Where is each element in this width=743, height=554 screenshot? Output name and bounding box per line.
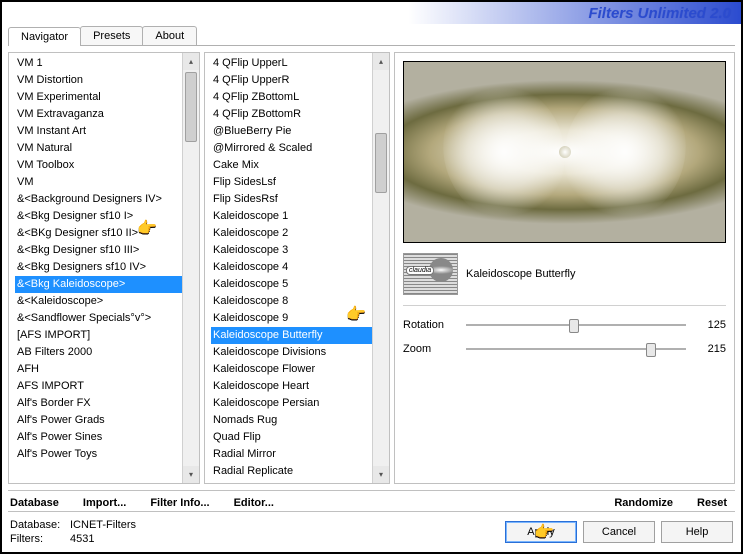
parameter-label: Zoom bbox=[403, 343, 458, 355]
app-title: Filters Unlimited 2.0 bbox=[588, 5, 731, 22]
tab-strip: Navigator Presets About bbox=[8, 24, 735, 46]
slider-knob[interactable] bbox=[646, 343, 656, 357]
bottom-button-row: Database Import... Filter Info... Editor… bbox=[8, 490, 735, 511]
filter-info-button[interactable]: Filter Info... bbox=[150, 497, 209, 509]
category-item[interactable]: &<Bkg Designer sf10 I> bbox=[15, 208, 182, 225]
filter-item[interactable]: Kaleidoscope 3 bbox=[211, 242, 372, 259]
filter-item[interactable]: @BlueBerry Pie bbox=[211, 123, 372, 140]
filter-item[interactable]: Nomads Rug bbox=[211, 412, 372, 429]
scroll-thumb[interactable] bbox=[185, 72, 197, 142]
category-item[interactable]: VM Toolbox bbox=[15, 157, 182, 174]
filter-item[interactable]: Flip SidesLsf bbox=[211, 174, 372, 191]
parameter-slider[interactable] bbox=[466, 340, 686, 358]
filter-item[interactable]: 4 QFlip UpperR bbox=[211, 72, 372, 89]
title-bar: Filters Unlimited 2.0 bbox=[2, 2, 741, 24]
filters-label: Filters: bbox=[10, 532, 70, 546]
filter-item[interactable]: Kaleidoscope 4 bbox=[211, 259, 372, 276]
category-item[interactable]: AFS IMPORT bbox=[15, 378, 182, 395]
parameter-value: 215 bbox=[694, 343, 726, 355]
category-item[interactable]: AB Filters 2000 bbox=[15, 344, 182, 361]
filter-item[interactable]: Kaleidoscope 2 bbox=[211, 225, 372, 242]
category-item[interactable]: VM bbox=[15, 174, 182, 191]
category-item[interactable]: &<Bkg Kaleidoscope> bbox=[15, 276, 182, 293]
category-item[interactable]: VM 1 bbox=[15, 55, 182, 72]
category-item[interactable]: &<Sandflower Specials°v°> bbox=[15, 310, 182, 327]
parameter-label: Rotation bbox=[403, 319, 458, 331]
category-item[interactable]: &<BKg Designer sf10 II> bbox=[15, 225, 182, 242]
scroll-up-icon[interactable]: ▴ bbox=[373, 53, 389, 70]
scroll-up-icon[interactable]: ▴ bbox=[183, 53, 199, 70]
filter-item[interactable]: 4 QFlip UpperL bbox=[211, 55, 372, 72]
category-item[interactable]: [AFS IMPORT] bbox=[15, 327, 182, 344]
apply-button[interactable]: Apply bbox=[505, 521, 577, 543]
preview-panel: Kaleidoscope Butterfly Rotation 125 Zoom 21… bbox=[394, 52, 735, 484]
scroll-thumb[interactable] bbox=[375, 133, 387, 193]
category-item[interactable]: Alf's Power Sines bbox=[15, 429, 182, 446]
database-label: Database: bbox=[10, 518, 70, 532]
randomize-button[interactable]: Randomize bbox=[614, 497, 673, 509]
filter-item[interactable]: Cake Mix bbox=[211, 157, 372, 174]
tab-about[interactable]: About bbox=[142, 26, 197, 45]
category-list[interactable]: VM 1VM DistortionVM ExperimentalVM Extra… bbox=[9, 53, 182, 483]
filter-item[interactable]: Kaleidoscope Heart bbox=[211, 378, 372, 395]
category-item[interactable]: Alf's Border FX bbox=[15, 395, 182, 412]
category-item[interactable]: &<Bkg Designer sf10 III> bbox=[15, 242, 182, 259]
category-item[interactable]: VM Distortion bbox=[15, 72, 182, 89]
slider-knob[interactable] bbox=[569, 319, 579, 333]
filter-scrollbar[interactable]: ▴ ▾ bbox=[372, 53, 389, 483]
filter-item[interactable]: Kaleidoscope 8 bbox=[211, 293, 372, 310]
filter-list[interactable]: 4 QFlip UpperL4 QFlip UpperR4 QFlip ZBot… bbox=[205, 53, 372, 483]
category-item[interactable]: AFH bbox=[15, 361, 182, 378]
parameter-slider[interactable] bbox=[466, 316, 686, 334]
scroll-down-icon[interactable]: ▾ bbox=[373, 466, 389, 483]
category-item[interactable]: &<Kaleidoscope> bbox=[15, 293, 182, 310]
category-item[interactable]: &<Background Designers IV> bbox=[15, 191, 182, 208]
reset-button[interactable]: Reset bbox=[697, 497, 727, 509]
preview-image bbox=[403, 61, 726, 243]
category-item[interactable]: VM Extravaganza bbox=[15, 106, 182, 123]
footer: Database: ICNET-Filters Filters: 4531 Ap… bbox=[8, 511, 735, 552]
category-item[interactable]: Alf's Power Grads bbox=[15, 412, 182, 429]
scroll-down-icon[interactable]: ▾ bbox=[183, 466, 199, 483]
filter-item[interactable]: Quad Flip bbox=[211, 429, 372, 446]
help-button[interactable]: Help bbox=[661, 521, 733, 543]
parameter-row: Zoom 215 bbox=[403, 340, 726, 358]
filter-item[interactable]: Kaleidoscope 5 bbox=[211, 276, 372, 293]
filter-item[interactable]: @Mirrored & Scaled bbox=[211, 140, 372, 157]
database-value: ICNET-Filters bbox=[70, 518, 136, 532]
cancel-button[interactable]: Cancel bbox=[583, 521, 655, 543]
category-scrollbar[interactable]: ▴ ▾ bbox=[182, 53, 199, 483]
category-item[interactable]: VM Instant Art bbox=[15, 123, 182, 140]
parameter-value: 125 bbox=[694, 319, 726, 331]
category-item[interactable]: VM Natural bbox=[15, 140, 182, 157]
filter-item[interactable]: Flip SidesRsf bbox=[211, 191, 372, 208]
filter-item[interactable]: Kaleidoscope 9 bbox=[211, 310, 372, 327]
filter-item[interactable]: Kaleidoscope Divisions bbox=[211, 344, 372, 361]
category-item[interactable]: VM Experimental bbox=[15, 89, 182, 106]
footer-info: Database: ICNET-Filters Filters: 4531 bbox=[10, 518, 136, 546]
filter-item[interactable]: Radial Replicate bbox=[211, 463, 372, 480]
import-button[interactable]: Import... bbox=[83, 497, 126, 509]
filter-item[interactable]: 4 QFlip ZBottomR bbox=[211, 106, 372, 123]
current-filter-name: Kaleidoscope Butterfly bbox=[466, 268, 575, 280]
tab-presets[interactable]: Presets bbox=[80, 26, 143, 45]
parameter-row: Rotation 125 bbox=[403, 316, 726, 334]
filter-panel: 4 QFlip UpperL4 QFlip UpperR4 QFlip ZBot… bbox=[204, 52, 390, 484]
filter-item[interactable]: Kaleidoscope 1 bbox=[211, 208, 372, 225]
category-item[interactable]: Alf's Power Toys bbox=[15, 446, 182, 463]
filter-item[interactable]: Kaleidoscope Persian bbox=[211, 395, 372, 412]
author-thumbnail bbox=[403, 253, 458, 295]
filter-item[interactable]: Kaleidoscope Butterfly bbox=[211, 327, 372, 344]
editor-button[interactable]: Editor... bbox=[234, 497, 274, 509]
parameter-box: Rotation 125 Zoom 215 bbox=[403, 316, 726, 358]
filter-item[interactable]: Radial Mirror bbox=[211, 446, 372, 463]
category-panel: VM 1VM DistortionVM ExperimentalVM Extra… bbox=[8, 52, 200, 484]
filters-value: 4531 bbox=[70, 532, 94, 546]
tab-navigator[interactable]: Navigator bbox=[8, 27, 81, 46]
database-button[interactable]: Database bbox=[10, 497, 59, 509]
filter-item[interactable]: Kaleidoscope Flower bbox=[211, 361, 372, 378]
filter-item[interactable]: 4 QFlip ZBottomL bbox=[211, 89, 372, 106]
category-item[interactable]: &<Bkg Designers sf10 IV> bbox=[15, 259, 182, 276]
